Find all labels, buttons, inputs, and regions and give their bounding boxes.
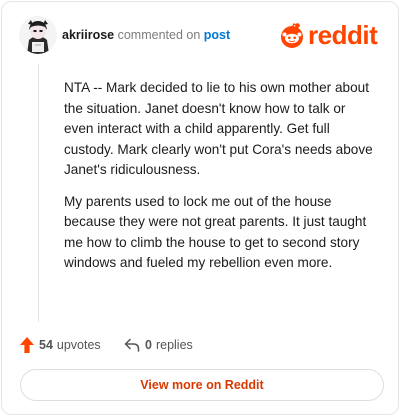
comment-footer: 54 upvotes 0 replies xyxy=(20,335,380,355)
replies-label: replies xyxy=(155,338,193,352)
upvotes-count: 54 xyxy=(39,338,53,352)
reddit-logo[interactable]: reddit xyxy=(279,19,387,51)
action-text: commented on xyxy=(117,28,201,42)
avatar[interactable] xyxy=(19,16,57,54)
comment-paragraph: My parents used to lock me out of the ho… xyxy=(64,193,367,271)
view-more-button[interactable]: View more on Reddit xyxy=(20,369,384,401)
comment-body: NTA -- Mark decided to lie to his own mo… xyxy=(64,78,376,285)
embed-card: akriirose commented on post reddit NTA -… xyxy=(1,1,399,415)
comment-meta: akriirose commented on post xyxy=(62,27,230,43)
upvotes-action[interactable]: 54 upvotes xyxy=(20,335,101,355)
username[interactable]: akriirose xyxy=(62,28,114,42)
comment-paragraph: NTA -- Mark decided to lie to his own mo… xyxy=(64,80,373,177)
comment-header: akriirose commented on post reddit xyxy=(2,2,398,68)
replies-count: 0 xyxy=(145,338,152,352)
avatar-image xyxy=(19,16,57,54)
reddit-wordmark: reddit xyxy=(308,20,378,50)
post-link[interactable]: post xyxy=(204,28,230,42)
thread-line xyxy=(38,64,39,322)
upvotes-label: upvotes xyxy=(56,338,101,352)
reply-arrow-icon xyxy=(124,338,140,352)
replies-action[interactable]: 0 replies xyxy=(124,335,193,355)
reddit-snoo-icon xyxy=(281,23,303,48)
upvote-arrow-icon xyxy=(20,337,34,353)
